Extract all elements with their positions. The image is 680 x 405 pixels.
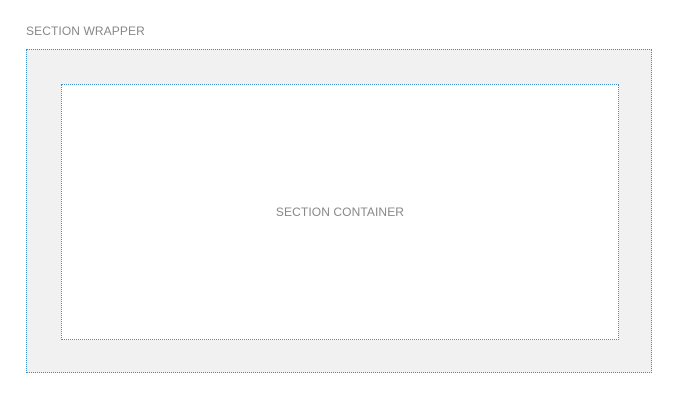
section-wrapper: SECTION CONTAINER <box>26 49 652 373</box>
section-wrapper-label: SECTION WRAPPER <box>26 24 145 38</box>
section-container-label: SECTION CONTAINER <box>275 205 405 219</box>
section-container: SECTION CONTAINER <box>61 84 619 340</box>
